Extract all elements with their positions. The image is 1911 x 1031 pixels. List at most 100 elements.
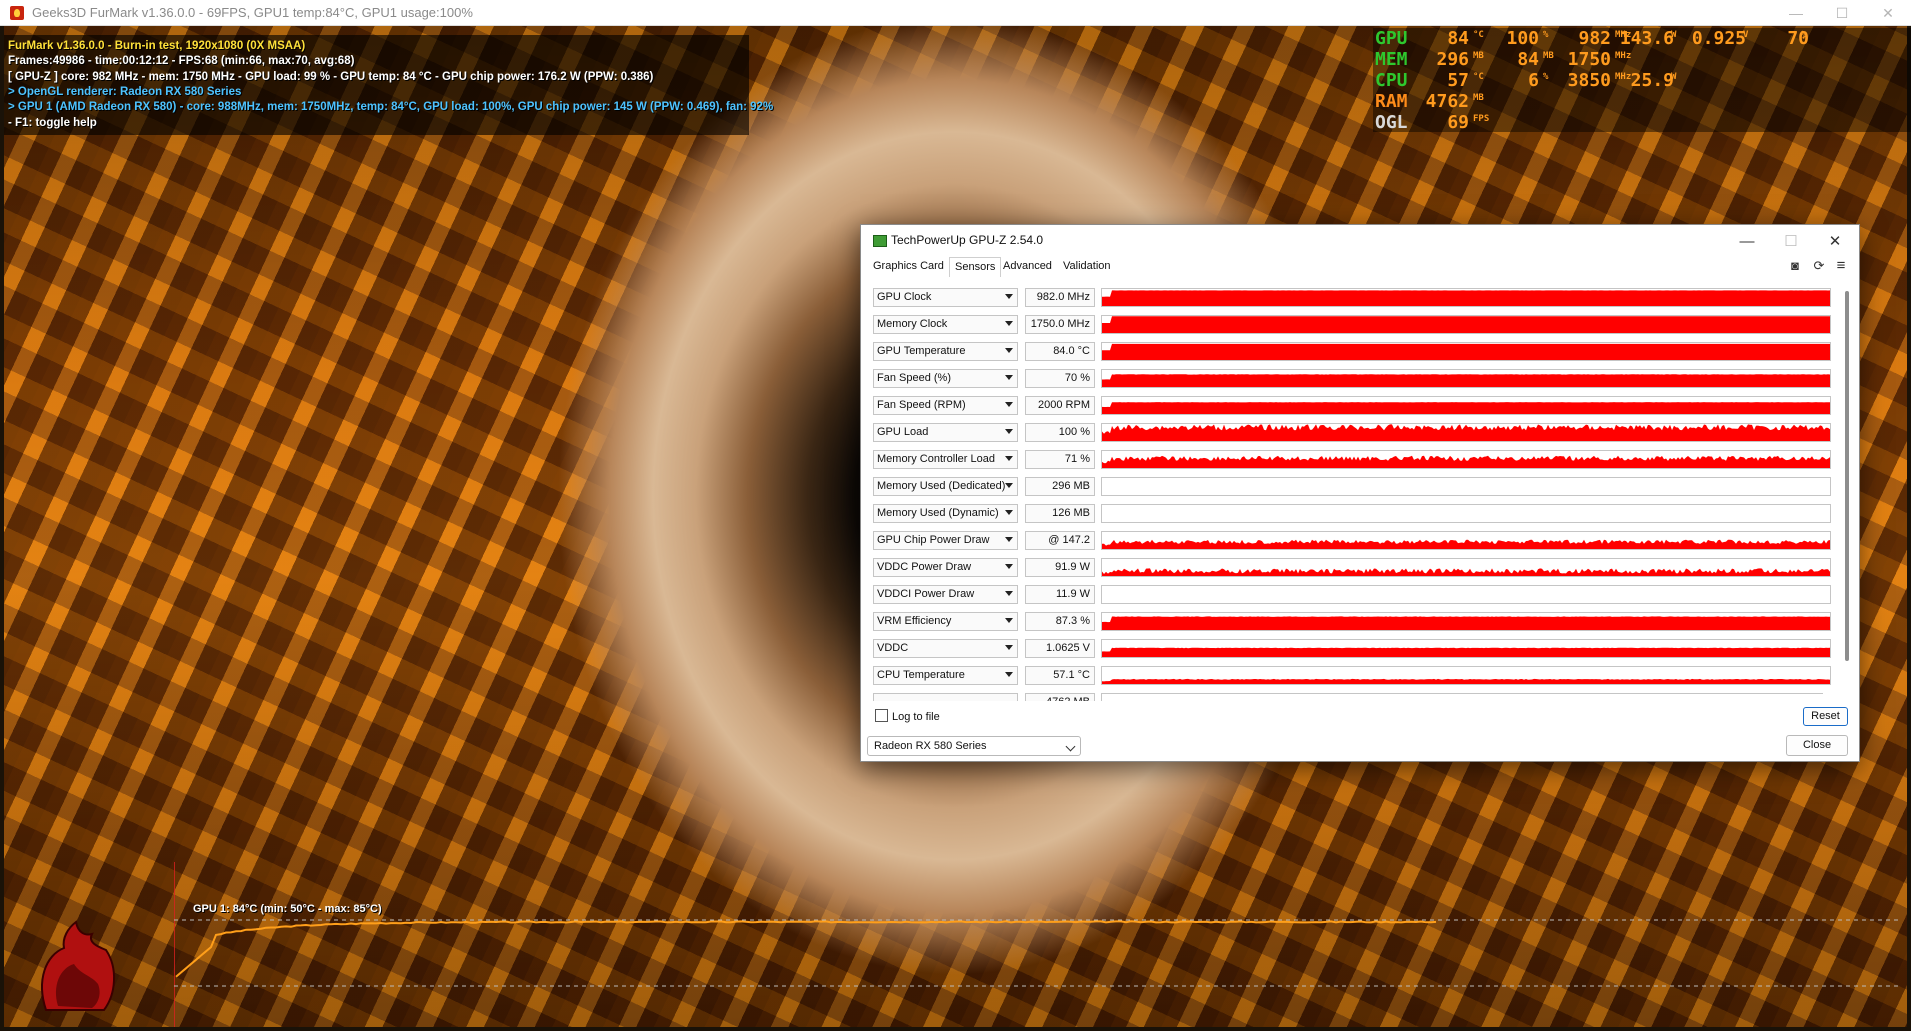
- osd-row-label: GPU: [1375, 28, 1408, 49]
- sensor-name-label: CPU Temperature: [877, 669, 965, 681]
- gpuz-app-icon: [873, 235, 887, 247]
- gpu-select-value: Radeon RX 580 Series: [874, 740, 987, 752]
- sensor-name-dropdown[interactable]: VDDCI Power Draw: [873, 585, 1018, 604]
- sensor-graph: [1101, 477, 1831, 496]
- sensor-row: Fan Speed (%) 70 %: [873, 368, 1831, 390]
- osd-unit: %: [1801, 30, 1807, 40]
- sensor-value: 70 %: [1025, 369, 1095, 388]
- sensor-graph-fill: [1102, 343, 1830, 360]
- sensor-row: VDDCI Power Draw 11.9 W: [873, 584, 1831, 606]
- sensor-name-label: Memory Used (Dedicated): [877, 480, 1006, 492]
- sensor-name-dropdown[interactable]: Memory Used (Dedicated): [873, 477, 1018, 496]
- sensor-name-dropdown[interactable]: GPU Load: [873, 423, 1018, 442]
- chevron-down-icon: [1005, 375, 1013, 380]
- close-button[interactable]: Close: [1786, 735, 1848, 756]
- sensor-name-dropdown[interactable]: CPU Temperature: [873, 666, 1018, 685]
- osd-value: 69: [1447, 112, 1469, 133]
- osd-row-label: CPU: [1375, 70, 1408, 91]
- sensor-value: 87.3 %: [1025, 612, 1095, 631]
- osd-value: 1750: [1567, 49, 1611, 70]
- sensor-graph-fill: [1102, 678, 1830, 684]
- osd-value: 982: [1578, 28, 1611, 49]
- sensor-graph: [1101, 450, 1831, 469]
- sensor-name-dropdown[interactable]: VDDC: [873, 639, 1018, 658]
- sensor-name-dropdown[interactable]: Fan Speed (%): [873, 369, 1018, 388]
- reset-button[interactable]: Reset: [1803, 707, 1848, 726]
- checkbox-box[interactable]: [875, 709, 888, 722]
- osd-value: 84: [1517, 49, 1539, 70]
- sensor-graph-fill: [1102, 568, 1830, 576]
- furmark-titlebar[interactable]: Geeks3D FurMark v1.36.0.0 - 69FPS, GPU1 …: [0, 0, 1911, 26]
- sensor-name-dropdown[interactable]: VRM Efficiency: [873, 612, 1018, 631]
- sensor-name-dropdown[interactable]: Memory Clock: [873, 315, 1018, 334]
- refresh-icon[interactable]: ⟳: [1811, 258, 1827, 274]
- sensor-row: VDDC 1.0625 V: [873, 638, 1831, 660]
- tab-graphics-card[interactable]: Graphics Card: [873, 260, 944, 272]
- furmark-info-line: Frames:49986 - time:00:12:12 - FPS:68 (m…: [8, 55, 355, 68]
- temperature-graph-label: GPU 1: 84°C (min: 50°C - max: 85°C): [193, 903, 382, 915]
- chevron-down-icon: [1005, 483, 1013, 488]
- sensor-graph-fill: [1102, 647, 1830, 657]
- chevron-down-icon: [1005, 348, 1013, 353]
- osd-value: 296: [1436, 49, 1469, 70]
- osd-row: MEM 296 MB 84 MB 1750 MHz: [1373, 49, 1911, 70]
- sensor-graph: [1101, 396, 1831, 415]
- close-icon[interactable]: ✕: [1865, 0, 1911, 26]
- osd-unit: %: [1543, 72, 1549, 82]
- gpuz-titlebar[interactable]: TechPowerUp GPU-Z 2.54.0 — ☐ ✕: [861, 225, 1859, 255]
- sensor-value: 126 MB: [1025, 504, 1095, 523]
- sensor-name-label: GPU Clock: [877, 291, 932, 303]
- furmark-info-line: > GPU 1 (AMD Radeon RX 580) - core: 988M…: [8, 101, 774, 114]
- camera-icon[interactable]: ◙: [1787, 258, 1803, 274]
- sensor-name-dropdown[interactable]: Memory Used (Dynamic): [873, 504, 1018, 523]
- osd-unit: FPS: [1473, 114, 1490, 124]
- osd-unit: °C: [1473, 30, 1484, 40]
- tab-advanced[interactable]: Advanced: [1003, 260, 1052, 272]
- sensor-name-dropdown[interactable]: VDDC Power Draw: [873, 558, 1018, 577]
- furmark-app-icon: [10, 5, 24, 20]
- chevron-down-icon: [1005, 645, 1013, 650]
- osd-value: 57: [1447, 70, 1469, 91]
- osd-row-label: MEM: [1375, 49, 1408, 70]
- sensor-name-dropdown[interactable]: Fan Speed (RPM): [873, 396, 1018, 415]
- sensor-name-dropdown[interactable]: [873, 693, 1018, 701]
- sensor-scrollbar[interactable]: [1845, 291, 1849, 661]
- osd-value: 25.9: [1630, 70, 1674, 91]
- sensor-row: GPU Clock 982.0 MHz: [873, 287, 1831, 309]
- sensor-name-dropdown[interactable]: GPU Temperature: [873, 342, 1018, 361]
- sensor-graph-fill: [1102, 616, 1830, 630]
- osd-row: CPU 57 °C 6% 3850 MHz 25.9 W: [1373, 70, 1911, 91]
- temperature-line: [175, 920, 1437, 978]
- log-to-file-checkbox[interactable]: Log to file: [875, 709, 940, 723]
- sensor-value: 57.1 °C: [1025, 666, 1095, 685]
- sensor-name-label: GPU Load: [877, 426, 929, 438]
- gpuz-window[interactable]: TechPowerUp GPU-Z 2.54.0 — ☐ ✕ Graphics …: [860, 224, 1860, 762]
- sensor-value: 71 %: [1025, 450, 1095, 469]
- gpu-select-dropdown[interactable]: Radeon RX 580 Series: [867, 736, 1081, 756]
- sensor-row: Memory Controller Load 71 %: [873, 449, 1831, 471]
- osd-row-label: OGL: [1375, 112, 1408, 133]
- maximize-icon[interactable]: ☐: [1769, 227, 1813, 255]
- chevron-down-icon: [1065, 741, 1076, 752]
- osd-row: OGL 69 FPS: [1373, 112, 1911, 133]
- minimize-icon[interactable]: —: [1773, 0, 1819, 26]
- osd-value: 0.925: [1691, 28, 1746, 49]
- sensor-name-dropdown[interactable]: GPU Chip Power Draw: [873, 531, 1018, 550]
- sensor-name-dropdown[interactable]: GPU Clock: [873, 288, 1018, 307]
- sensor-name-dropdown[interactable]: Memory Controller Load: [873, 450, 1018, 469]
- maximize-icon[interactable]: ☐: [1819, 0, 1865, 26]
- menu-icon[interactable]: ≡: [1833, 258, 1849, 274]
- sensor-graph-fill: [1102, 455, 1830, 468]
- sensor-row: GPU Load 100 %: [873, 422, 1831, 444]
- minimize-icon[interactable]: —: [1725, 227, 1769, 255]
- close-icon[interactable]: ✕: [1813, 227, 1857, 255]
- osd-unit: %: [1543, 30, 1549, 40]
- osd-unit: MB: [1543, 51, 1554, 61]
- tab-validation[interactable]: Validation: [1063, 260, 1111, 272]
- sensor-value: 100 %: [1025, 423, 1095, 442]
- tab-sensors[interactable]: Sensors: [949, 257, 1002, 277]
- chevron-down-icon: [1005, 618, 1013, 623]
- sensor-name-label: GPU Chip Power Draw: [877, 534, 990, 546]
- osd-unit: MB: [1473, 93, 1484, 103]
- sensor-graph-fill: [1102, 374, 1830, 387]
